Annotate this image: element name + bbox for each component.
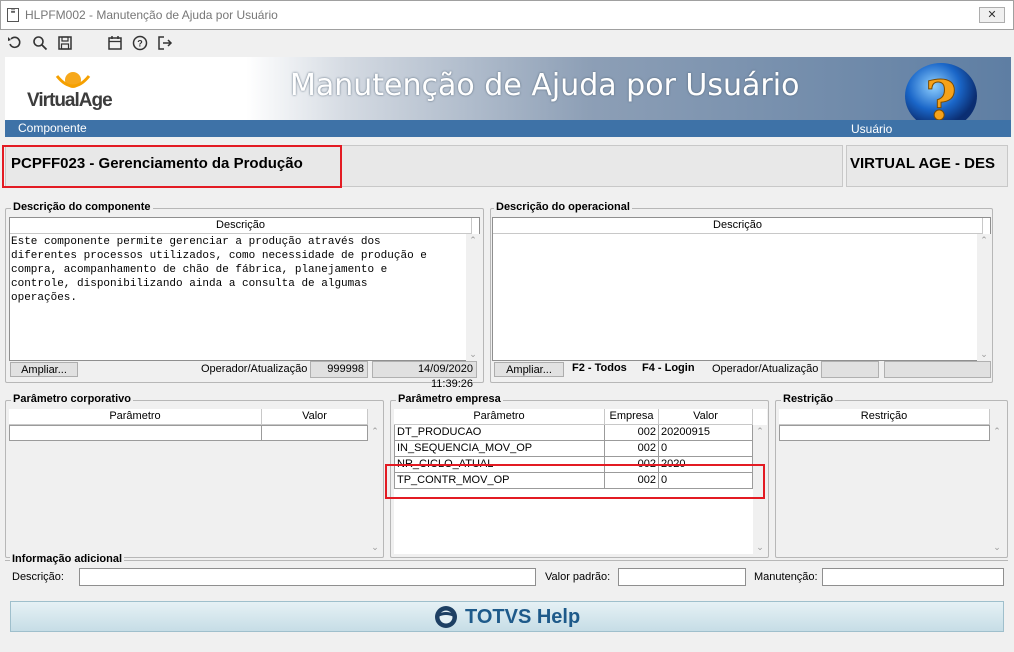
info-manutencao-input[interactable]	[822, 568, 1004, 586]
save-icon[interactable]	[55, 33, 75, 53]
scroll-down-icon[interactable]: ⌄	[368, 542, 382, 553]
param-emp-col-param: Parâmetro	[394, 409, 605, 425]
ampliar-button-operacional[interactable]: Ampliar...	[494, 362, 564, 377]
table-row[interactable]: IN_SEQUENCIA_MOV_OP 002 0	[394, 441, 753, 457]
svg-text:?: ?	[137, 39, 143, 49]
scroll-down-icon[interactable]: ⌄	[977, 349, 991, 360]
undo-icon[interactable]	[5, 33, 25, 53]
param-corp-scrollbar[interactable]: ⌃ ⌄	[368, 425, 382, 554]
desc-componente-text[interactable]: Este componente permite gerenciar a prod…	[11, 235, 466, 305]
calendar-icon[interactable]	[105, 33, 125, 53]
info-valor-padrao-label: Valor padrão:	[545, 571, 611, 583]
desc-componente-header: Descrição	[10, 218, 472, 234]
virtualage-logo: VirtualAge	[25, 66, 125, 112]
banner-title: Manutenção de Ajuda por Usuário	[290, 68, 800, 103]
param-corp-col-valor: Valor	[262, 409, 368, 425]
scroll-down-icon[interactable]: ⌄	[466, 349, 480, 360]
valor-cell: 20200915	[659, 425, 753, 441]
desc-componente-box: Descrição Este componente permite gerenc…	[9, 217, 480, 361]
scroll-up-icon[interactable]: ⌃	[466, 235, 480, 246]
param-emp-col-valor: Valor	[659, 409, 753, 425]
empresa-cell: 002	[605, 441, 659, 457]
scroll-up-icon[interactable]: ⌃	[990, 426, 1004, 437]
desc-operacional-scrollbar[interactable]: ⌃ ⌄	[977, 234, 991, 361]
desc-operacional-legend: Descrição do operacional	[494, 201, 632, 213]
window-title: HLPFM002 - Manutenção de Ajuda por Usuár…	[25, 8, 278, 22]
table-row[interactable]: DT_PRODUCAO 002 20200915	[394, 425, 753, 441]
desc-operacional-header: Descrição	[493, 218, 983, 234]
info-legend: Informação adicional	[10, 553, 125, 565]
operator-field-componente: 999998	[310, 361, 368, 378]
search-icon[interactable]	[30, 33, 50, 53]
param-cell: DT_PRODUCAO	[394, 425, 605, 441]
param-corp-col-param: Parâmetro	[9, 409, 262, 425]
restricao-table: Restrição ⌃ ⌄	[779, 409, 1006, 554]
desc-operacional-box: Descrição ⌃ ⌄	[492, 217, 991, 361]
param-emp-legend: Parâmetro empresa	[396, 393, 503, 405]
logo-text: VirtualAge	[27, 90, 113, 111]
help-icon[interactable]: ?	[130, 33, 150, 53]
param-corp-empty-row[interactable]	[9, 425, 368, 441]
info-manutencao-label: Manutenção:	[754, 571, 818, 583]
restricao-empty-row[interactable]	[779, 425, 990, 441]
param-cell: IN_SEQUENCIA_MOV_OP	[394, 441, 605, 457]
totvs-help-button[interactable]: TOTVS Help	[10, 601, 1004, 632]
info-valor-padrao-input[interactable]	[618, 568, 746, 586]
scroll-up-icon[interactable]: ⌃	[368, 426, 382, 437]
updated-field-componente: 14/09/2020 11:39:26	[372, 361, 477, 390]
info-descricao-label: Descrição:	[12, 571, 64, 583]
app-icon: ≡	[7, 8, 19, 22]
totvs-help-label: TOTVS Help	[465, 606, 581, 628]
scroll-up-icon[interactable]: ⌃	[977, 235, 991, 246]
f2-todos-label[interactable]: F2 - Todos	[572, 362, 627, 374]
highlight-box-param-row	[385, 464, 765, 499]
banner-user-label: Usuário	[851, 122, 893, 136]
param-emp-col-empresa: Empresa	[605, 409, 659, 425]
exit-icon[interactable]	[155, 33, 175, 53]
totvs-logo-icon	[434, 605, 458, 629]
banner-component-label: Componente	[18, 121, 87, 135]
operator-field-operacional	[821, 361, 879, 378]
restricao-legend: Restrição	[781, 393, 836, 405]
banner-strip: Componente Usuário	[5, 120, 1011, 137]
desc-componente-scrollbar[interactable]: ⌃ ⌄	[466, 234, 480, 361]
info-descricao-input[interactable]	[79, 568, 536, 586]
param-corp-table: Parâmetro Valor ⌃ ⌄	[9, 409, 382, 554]
f4-login-label[interactable]: F4 - Login	[642, 362, 695, 374]
operador-label-componente: Operador/Atualização	[201, 363, 308, 375]
restricao-scrollbar[interactable]: ⌃ ⌄	[990, 425, 1004, 554]
close-button[interactable]: ✕	[979, 7, 1005, 23]
ampliar-button-componente[interactable]: Ampliar...	[10, 362, 78, 377]
scroll-up-icon[interactable]: ⌃	[753, 426, 767, 437]
scroll-down-icon[interactable]: ⌄	[990, 542, 1004, 553]
title-bar: ≡ HLPFM002 - Manutenção de Ajuda por Usu…	[0, 0, 1014, 30]
user-name: VIRTUAL AGE - DES	[850, 155, 996, 172]
desc-componente-legend: Descrição do componente	[11, 201, 153, 213]
empresa-cell: 002	[605, 425, 659, 441]
updated-field-operacional	[884, 361, 991, 378]
scroll-down-icon[interactable]: ⌄	[753, 542, 767, 553]
restricao-col: Restrição	[779, 409, 990, 425]
highlight-box-component	[2, 145, 342, 188]
operador-label-operacional: Operador/Atualização	[712, 363, 819, 375]
param-corp-legend: Parâmetro corporativo	[11, 393, 133, 405]
valor-cell: 0	[659, 441, 753, 457]
